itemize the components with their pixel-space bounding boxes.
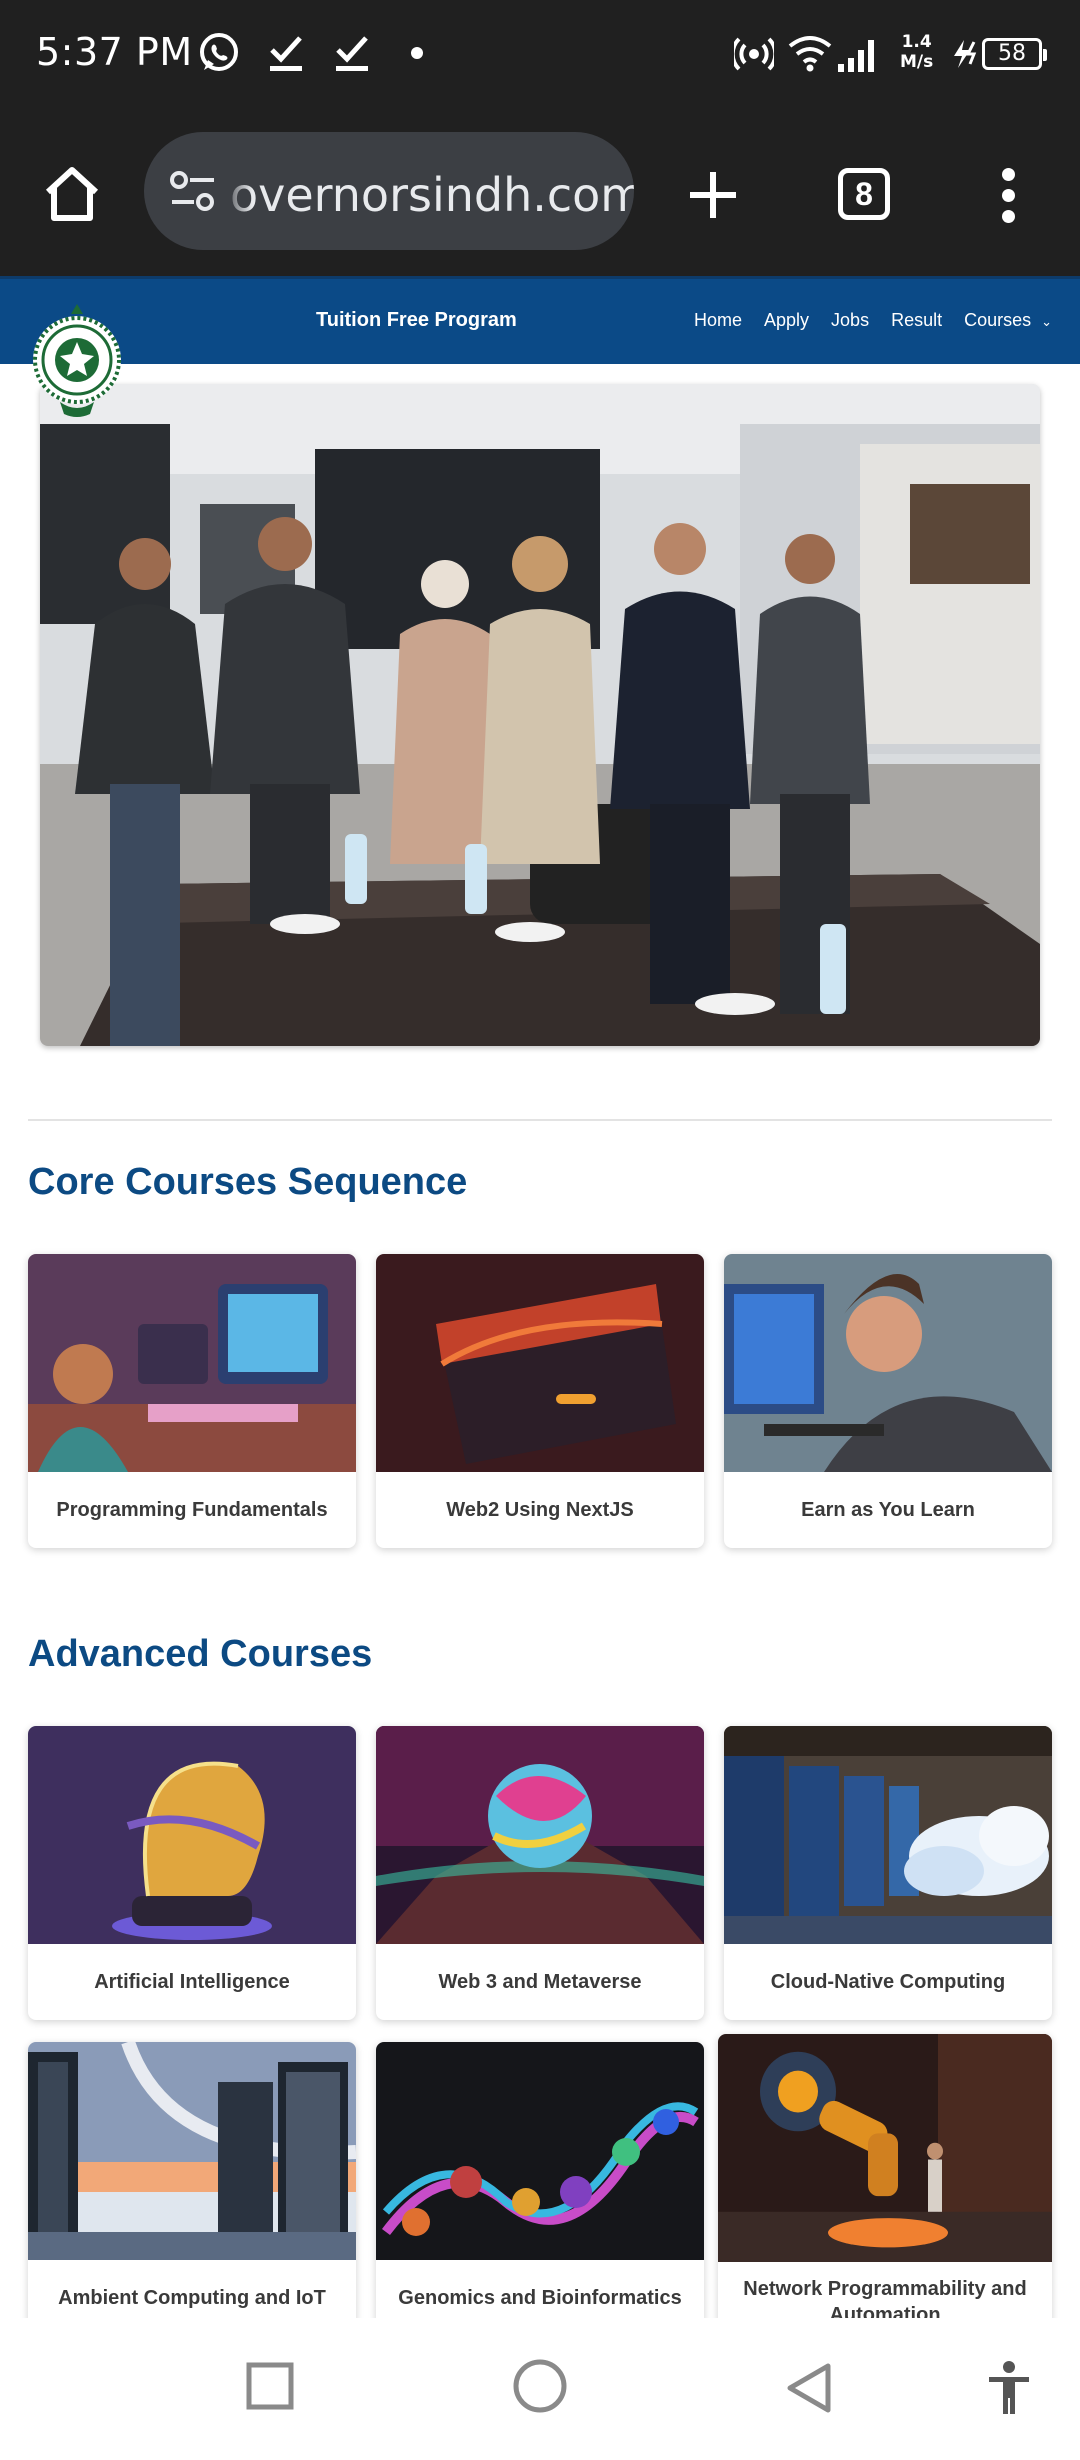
- nav-link-courses[interactable]: Courses ⌄: [964, 310, 1052, 331]
- chevron-down-icon: ⌄: [1041, 314, 1053, 329]
- nav-links: Home Apply Jobs Result Courses ⌄: [694, 310, 1052, 331]
- tab-switcher-icon[interactable]: 8: [838, 168, 890, 220]
- url-text[interactable]: overnorsindh.com: [230, 168, 634, 222]
- course-image: [28, 1254, 356, 1472]
- advanced-courses-heading: Advanced Courses: [28, 1633, 373, 1675]
- accessibility-icon[interactable]: [986, 2360, 1032, 2416]
- nav-link-jobs[interactable]: Jobs: [831, 310, 869, 331]
- course-card-artificial-intelligence[interactable]: Artificial Intelligence: [28, 1726, 356, 2020]
- hotspot-icon: [734, 37, 774, 71]
- dot-icon: [411, 47, 423, 59]
- screen: 5:37 PM 1.4 M/s 58 overnorsindh.com 8 Tu…: [0, 0, 1080, 2460]
- site-settings-icon[interactable]: [168, 168, 218, 214]
- course-image: [28, 2042, 356, 2260]
- course-title: Artificial Intelligence: [94, 1971, 290, 1993]
- status-bar: 5:37 PM 1.4 M/s 58: [0, 0, 1080, 108]
- course-card-cloud-native-computing[interactable]: Cloud-Native Computing: [724, 1726, 1052, 2020]
- more-vert-icon[interactable]: [1000, 168, 1016, 224]
- course-card-web3-metaverse[interactable]: Web 3 and Metaverse: [376, 1726, 704, 2020]
- home-button-icon[interactable]: [512, 2358, 568, 2414]
- nav-link-apply[interactable]: Apply: [764, 310, 809, 331]
- course-image: [724, 1726, 1052, 1944]
- course-title: Earn as You Learn: [801, 1499, 975, 1521]
- nav-link-home[interactable]: Home: [694, 310, 742, 331]
- course-image: [376, 2042, 704, 2260]
- course-card-network-programmability[interactable]: Network Programmability and Automation: [718, 2034, 1052, 2332]
- core-courses-heading: Core Courses Sequence: [28, 1161, 468, 1203]
- section-divider: [28, 1119, 1052, 1121]
- back-icon[interactable]: [784, 2362, 834, 2414]
- site-title[interactable]: Tuition Free Program: [316, 309, 517, 332]
- course-title: Web 3 and Metaverse: [438, 1971, 642, 1993]
- signal-icon: [838, 40, 874, 72]
- status-time: 5:37 PM: [36, 30, 193, 74]
- course-image: [376, 1726, 704, 1944]
- nav-link-result[interactable]: Result: [891, 310, 942, 331]
- course-image: [724, 1254, 1052, 1472]
- new-tab-icon[interactable]: [688, 170, 738, 220]
- site-header: Tuition Free Program Home Apply Jobs Res…: [0, 276, 1080, 364]
- speed-unit: M/s: [900, 52, 934, 72]
- course-title: Web2 Using NextJS: [446, 1499, 634, 1521]
- course-image: [376, 1254, 704, 1472]
- url-fade: [222, 132, 252, 250]
- battery-icon: 58: [982, 38, 1047, 70]
- course-card-programming-fundamentals[interactable]: Programming Fundamentals: [28, 1254, 356, 1548]
- course-card-web2-nextjs[interactable]: Web2 Using NextJS: [376, 1254, 704, 1548]
- system-nav-bar: [0, 2318, 1080, 2460]
- recent-apps-icon[interactable]: [246, 2362, 294, 2410]
- charging-icon: [954, 40, 977, 68]
- course-card-earn-as-you-learn[interactable]: Earn as You Learn: [724, 1254, 1052, 1548]
- course-card-ambient-computing-iot[interactable]: Ambient Computing and IoT: [28, 2042, 356, 2336]
- course-image: [718, 2034, 1052, 2262]
- whatsapp-icon: [200, 33, 238, 71]
- browser-toolbar: overnorsindh.com 8: [0, 108, 1080, 276]
- check-icon: [270, 36, 302, 71]
- course-image: [28, 1726, 356, 1944]
- speed-value: 1.4: [901, 32, 932, 52]
- governor-sindh-logo[interactable]: [30, 300, 124, 424]
- check-icon: [336, 36, 368, 71]
- course-title: Cloud-Native Computing: [770, 1971, 1006, 1993]
- hero-photo: [40, 384, 1040, 1046]
- course-card-genomics-bioinformatics[interactable]: Genomics and Bioinformatics: [376, 2042, 704, 2336]
- course-title: Programming Fundamentals: [56, 1499, 328, 1521]
- wifi-icon: [788, 36, 832, 72]
- network-speed: 1.4 M/s: [900, 32, 933, 72]
- courses-label: Courses: [964, 310, 1032, 330]
- url-bar[interactable]: overnorsindh.com: [144, 132, 634, 250]
- home-icon[interactable]: [40, 162, 104, 226]
